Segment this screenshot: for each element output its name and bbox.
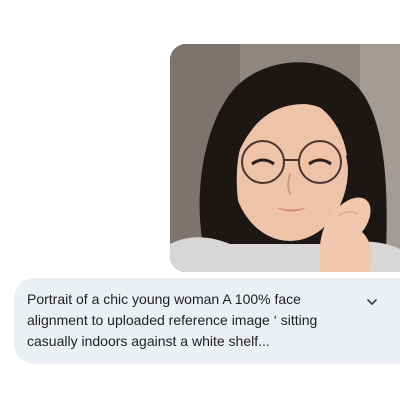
portrait-photo — [170, 44, 400, 272]
chevron-down-icon[interactable] — [365, 295, 379, 309]
chat-page: Portrait of a chic young woman A 100% fa… — [0, 0, 400, 409]
uploaded-reference-image[interactable] — [170, 44, 400, 272]
prompt-text: Portrait of a chic young woman A 100% fa… — [27, 291, 318, 349]
prompt-message-bubble[interactable]: Portrait of a chic young woman A 100% fa… — [14, 278, 400, 364]
